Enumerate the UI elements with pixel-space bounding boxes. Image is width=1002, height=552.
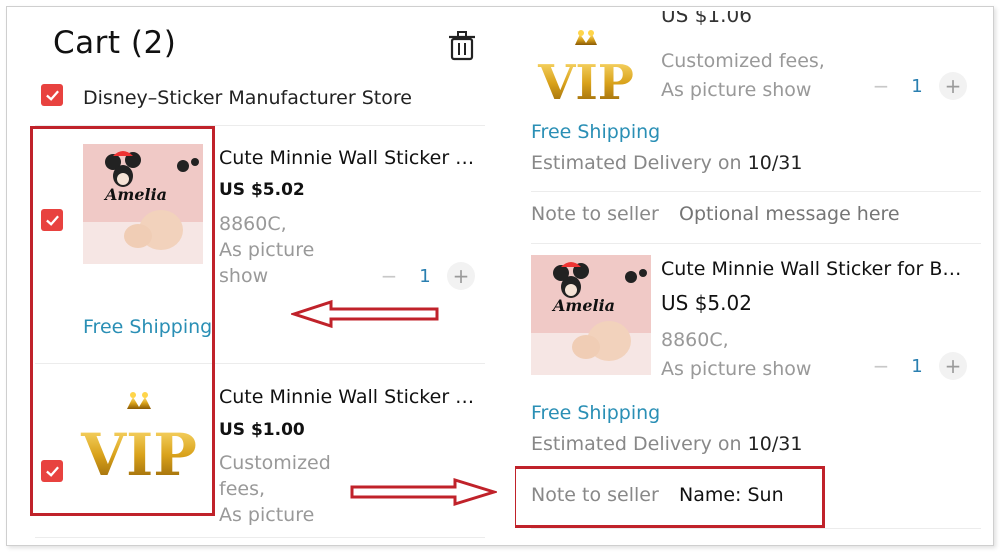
increase-button[interactable]: +: [447, 262, 475, 290]
vip-text: VIP: [537, 55, 634, 107]
store-name[interactable]: Disney–Sticker Manufacturer Store: [83, 87, 412, 109]
divider: [531, 243, 981, 244]
store-checkbox[interactable]: [41, 84, 63, 106]
quantity-stepper: − 1 +: [867, 72, 967, 100]
quantity-value[interactable]: 1: [895, 76, 939, 97]
estimated-delivery: Estimated Delivery on 10/31: [531, 433, 802, 455]
product-thumbnail-minnie[interactable]: Amelia: [531, 255, 651, 375]
estimated-delivery: Estimated Delivery on 10/31: [531, 152, 802, 174]
estimated-delivery-label: Estimated Delivery on: [531, 152, 742, 174]
product-thumbnail-vip[interactable]: VIP: [531, 27, 641, 107]
product-name[interactable]: Cute Minnie Wall Sticker …: [219, 386, 481, 408]
cart-title: Cart (2): [53, 25, 177, 61]
sku-line: As picture: [219, 504, 315, 526]
price-text: US $1.06: [661, 11, 752, 27]
increase-button[interactable]: +: [939, 352, 967, 380]
free-shipping-label: Free Shipping: [531, 121, 661, 143]
product-price: US $5.02: [661, 291, 752, 315]
estimated-delivery-label: Estimated Delivery on: [531, 433, 742, 455]
product-price: US $1.00: [219, 420, 305, 440]
product-price: US $5.02: [219, 180, 305, 200]
divider: [531, 191, 981, 192]
sku-line: fees,: [219, 478, 266, 500]
product-name[interactable]: Cute Minnie Wall Sticker for B…: [661, 258, 971, 280]
product-name[interactable]: Cute Minnie Wall Sticker …: [219, 147, 481, 169]
product-sku: Customized fees, As picture: [219, 450, 331, 528]
quantity-stepper: − 1 +: [867, 352, 967, 380]
quantity-value[interactable]: 1: [895, 356, 939, 377]
product-sku: 8860C, As picture show: [661, 326, 811, 384]
estimated-delivery-date: 10/31: [747, 433, 803, 455]
sku-line: As picture show: [661, 79, 812, 101]
thumbnail-text: Amelia: [551, 296, 615, 315]
sku-line: Customized fees,: [661, 50, 825, 72]
decrease-button[interactable]: −: [867, 352, 895, 380]
sku-line: 8860C,: [661, 329, 729, 351]
sku-line: As picture: [219, 239, 315, 261]
arrow-left-icon: [291, 299, 439, 329]
sku-line: Customized: [219, 452, 331, 474]
trash-icon[interactable]: [449, 31, 475, 61]
estimated-delivery-date: 10/31: [747, 152, 803, 174]
sku-line: 8860C,: [219, 213, 287, 235]
divider: [531, 528, 981, 529]
sku-line: As picture show: [661, 358, 812, 380]
free-shipping-label: Free Shipping: [531, 402, 661, 424]
increase-button[interactable]: +: [939, 72, 967, 100]
arrow-right-icon: [350, 477, 497, 507]
screenshot-frame: Cart (2) Disney–Sticker Manufacturer Sto…: [6, 6, 994, 546]
cart-right-panel: US $1.06 VIP Customized fees, As picture…: [515, 7, 993, 545]
product-price-partial: US $1.06: [661, 11, 752, 29]
decrease-button[interactable]: −: [867, 72, 895, 100]
annotation-box-left: [30, 126, 215, 516]
product-sku: 8860C, As picture show: [219, 211, 314, 289]
annotation-box-right: [515, 466, 825, 528]
quantity-value[interactable]: 1: [403, 266, 447, 287]
note-to-seller-input[interactable]: [679, 201, 979, 227]
quantity-stepper: − 1 +: [375, 262, 475, 290]
note-to-seller-label: Note to seller: [531, 203, 659, 225]
cart-left-panel: Cart (2) Disney–Sticker Manufacturer Sto…: [7, 7, 485, 545]
check-icon: [45, 90, 59, 101]
product-sku: Customized fees, As picture show: [661, 47, 825, 105]
sku-line: show: [219, 265, 269, 287]
decrease-button[interactable]: −: [375, 262, 403, 290]
divider: [35, 537, 485, 538]
